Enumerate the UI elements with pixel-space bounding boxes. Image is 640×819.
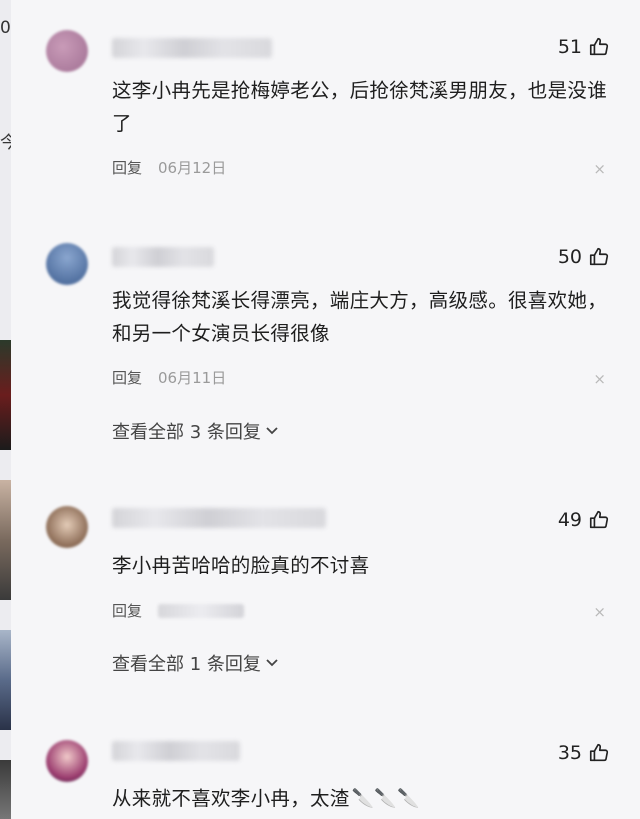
close-icon[interactable]: × [593, 603, 606, 621]
cropped-thumbnail[interactable] [0, 480, 11, 600]
username-blurred[interactable] [112, 741, 240, 761]
comment-text: 李小冉苦哈哈的脸真的不讨喜 [112, 554, 370, 577]
comment-date: 06月11日 [158, 369, 227, 387]
view-all-replies-button[interactable]: 查看全部 1 条回复 [112, 650, 279, 676]
chevron-down-icon [266, 659, 278, 667]
close-icon[interactable]: × [593, 370, 606, 388]
comment-date: 06月12日 [158, 159, 227, 177]
cropped-thumbnail[interactable] [0, 630, 11, 730]
close-icon[interactable]: × [593, 160, 606, 178]
username-blurred[interactable] [112, 38, 272, 58]
like-button[interactable]: 35 [558, 742, 610, 764]
comment-text: 这李小冉先是抢梅婷老公，后抢徐梵溪男朋友，也是没谁了 [112, 79, 608, 135]
like-count: 50 [557, 246, 582, 268]
cropped-thumbnail[interactable] [0, 760, 11, 819]
comment-meta: 回复 06月11日 [112, 367, 226, 388]
comment-date-blurred [158, 603, 245, 618]
username-blurred[interactable] [112, 247, 214, 267]
reply-button[interactable]: 回复 [112, 600, 142, 621]
view-replies-label: 查看全部 3 条回复 [112, 422, 261, 443]
left-cropped-panel: 0 今 [0, 0, 11, 819]
comment-text-row: 从来就不喜欢李小冉，太渣 🔪🔪🔪 [112, 782, 610, 815]
comment-text: 我觉得徐梵溪长得漂亮，端庄大方，高级感。很喜欢她，和另一个女演员长得很像 [112, 289, 608, 345]
avatar[interactable] [46, 243, 88, 285]
comment-text: 从来就不喜欢李小冉，太渣 [112, 787, 350, 810]
comment-meta: 回复 [112, 600, 245, 621]
thumbs-up-icon [589, 37, 609, 56]
thumbs-up-icon [589, 743, 609, 762]
like-count: 35 [557, 742, 582, 764]
thumbs-up-icon [589, 510, 609, 529]
reply-button[interactable]: 回复 [112, 157, 142, 178]
reply-button[interactable]: 回复 [112, 367, 142, 388]
kitchen-knife-icon: 🔪🔪🔪 [351, 788, 420, 809]
cropped-text: 今 [0, 133, 11, 153]
avatar[interactable] [46, 506, 88, 548]
cropped-thumbnail[interactable] [0, 340, 11, 450]
comment-meta: 回复 06月12日 [112, 157, 226, 178]
like-count: 49 [557, 509, 582, 531]
chevron-down-icon [266, 427, 278, 435]
avatar[interactable] [46, 30, 88, 72]
thumbs-up-icon [589, 247, 609, 266]
username-blurred[interactable] [112, 508, 326, 528]
view-replies-label: 查看全部 1 条回复 [112, 654, 261, 675]
like-button[interactable]: 49 [558, 509, 610, 531]
cropped-text: 0 [0, 18, 11, 38]
like-button[interactable]: 50 [558, 246, 610, 268]
avatar[interactable] [46, 740, 88, 782]
like-button[interactable]: 51 [558, 36, 610, 58]
like-count: 51 [557, 36, 582, 58]
view-all-replies-button[interactable]: 查看全部 3 条回复 [112, 418, 279, 444]
